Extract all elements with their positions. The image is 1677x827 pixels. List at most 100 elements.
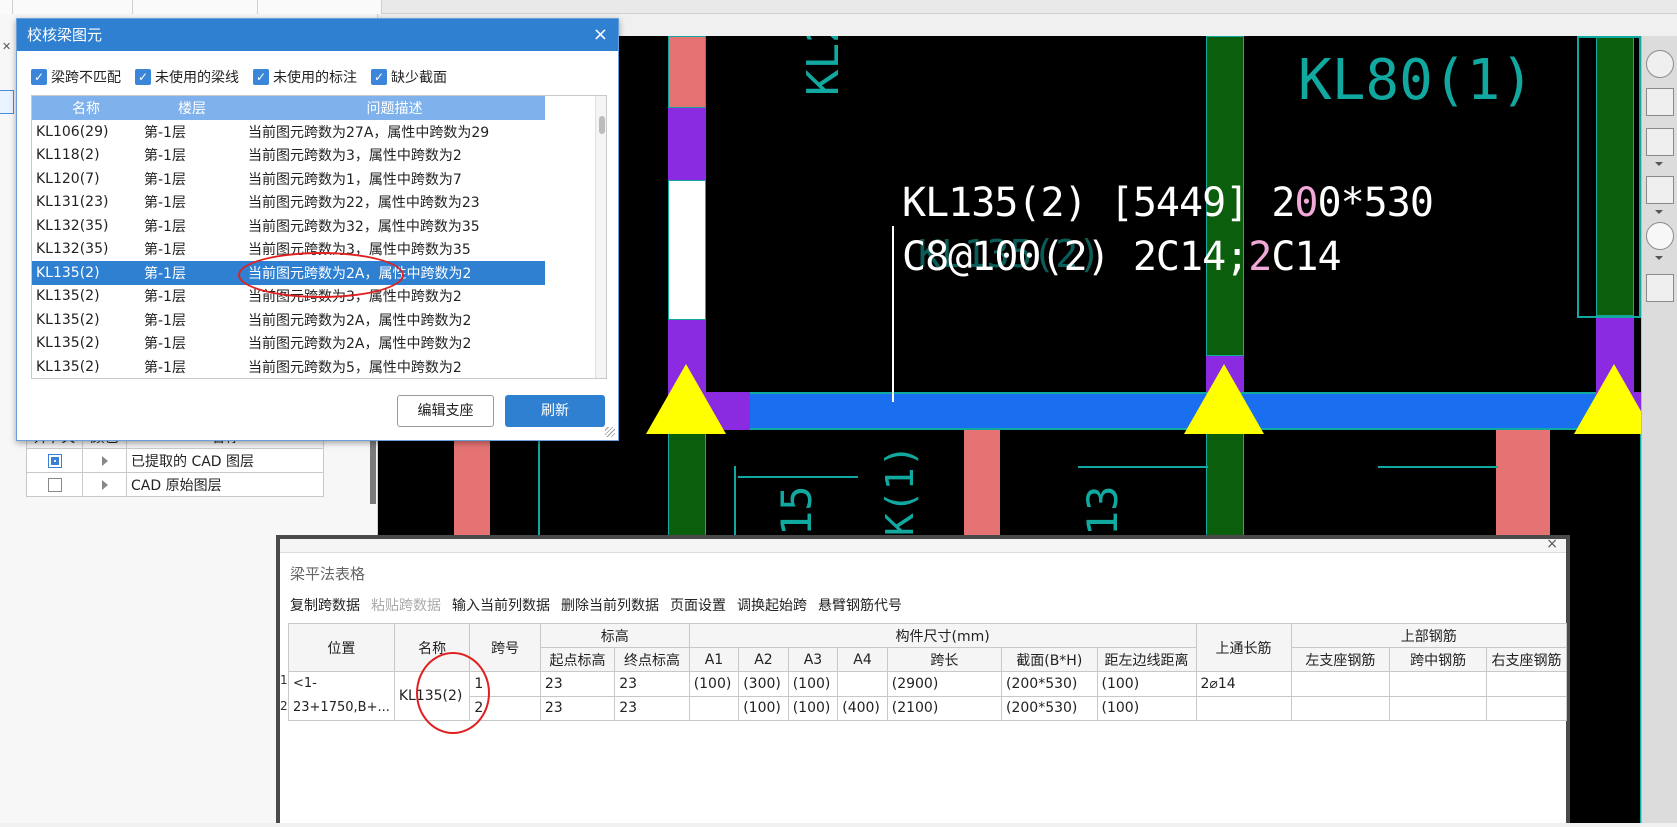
layout-grid-icon[interactable] [1646,274,1674,302]
left-panel-scrollbar[interactable] [370,434,376,504]
cell-right-support[interactable] [1486,671,1567,697]
close-icon[interactable]: × [1546,539,1558,552]
col-position[interactable]: 位置 [288,623,395,672]
col-edge-distance[interactable]: 距左边线距离 [1096,647,1197,672]
cantilever-code-button[interactable]: 悬臂钢筋代号 [818,595,902,615]
col-a1[interactable]: A1 [688,647,740,672]
column-white[interactable] [668,180,706,320]
toolbar-cell-4[interactable] [258,0,382,14]
col-left-support[interactable]: 左支座钢筋 [1290,647,1391,672]
col-end-elev[interactable]: 终点标高 [614,647,690,672]
col-span-length[interactable]: 跨长 [886,647,1003,672]
filter-unused-beam-lines[interactable]: ✓ 未使用的梁线 [135,67,239,87]
copy-span-data-button[interactable]: 复制跨数据 [290,595,360,615]
orbit-icon[interactable] [1646,50,1674,78]
list-item[interactable]: KL132(35) 第-1层 当前图元跨数为32，属性中跨数为35 [32,214,545,238]
col-top-rebar[interactable]: 上部钢筋 [1290,623,1567,648]
beam-annotation-line1[interactable]: KL135(2) [5449] 200*530 [902,180,1434,226]
resize-grip-icon[interactable] [605,427,615,437]
cell-left-support[interactable] [1290,695,1391,721]
layer-row[interactable]: CAD 原始图层 [26,472,324,497]
cell-top-through[interactable]: 2⌀14 [1195,671,1292,697]
list-item[interactable]: KL131(23) 第-1层 当前图元跨数为22，属性中跨数为23 [32,191,545,215]
cell-span-length[interactable]: (2100) [886,695,1003,721]
close-icon[interactable]: × [593,19,608,51]
col-a3[interactable]: A3 [787,647,839,672]
checkbox-checked-icon[interactable]: ✓ [135,69,151,85]
cell-mid-span[interactable] [1389,671,1488,697]
list-scrollbar[interactable] [595,96,606,378]
column-purple[interactable] [668,108,706,180]
cell-end-elev[interactable]: 23 [614,671,690,697]
layer-toggle-checkbox[interactable] [47,453,62,468]
dialog-title-bar[interactable]: 校核梁图元 × [17,19,618,51]
rotate-icon[interactable] [1646,222,1674,250]
cell-edge-distance[interactable]: (100) [1096,695,1197,721]
col-a4[interactable]: A4 [837,647,888,672]
cell-a2[interactable]: (100) [738,695,789,721]
col-top-through[interactable]: 上通长筋 [1195,623,1292,672]
list-item[interactable]: KL135(2) 第-1层 当前图元跨数为5，属性中跨数为2 [32,355,545,378]
list-item[interactable]: KL118(2) 第-1层 当前图元跨数为3，属性中跨数为2 [32,144,545,168]
chevron-down-icon[interactable] [1655,162,1663,166]
col-right-support[interactable]: 右支座钢筋 [1486,647,1567,672]
cell-span-length[interactable]: (2900) [886,671,1003,697]
cell-mid-span[interactable] [1389,695,1488,721]
filter-span-mismatch[interactable]: ✓ 梁跨不匹配 [31,67,121,87]
expand-arrow-icon[interactable] [101,479,108,490]
cell-end-elev[interactable]: 23 [614,695,690,721]
cell-position[interactable]: <1-23+1750,B+... [288,671,395,721]
page-setup-button[interactable]: 页面设置 [670,595,726,615]
checkbox-checked-icon[interactable]: ✓ [371,69,387,85]
delete-column-data-button[interactable]: 删除当前列数据 [561,595,659,615]
list-item[interactable]: KL106(29) 第-1层 当前图元跨数为27A，属性中跨数为29 [32,120,545,144]
cell-a4[interactable]: (400) [837,695,888,721]
edit-support-button[interactable]: 编辑支座 [397,395,494,427]
cell-start-elev[interactable]: 23 [539,695,616,721]
col-section[interactable]: 截面(B*H) [1001,647,1098,672]
selected-beam[interactable] [706,392,1641,430]
close-icon[interactable]: ✕ [2,40,14,54]
support-triangle-icon[interactable] [646,364,726,436]
col-size[interactable]: 构件尺寸(mm) [688,623,1197,648]
toolbar-cell-2[interactable] [13,0,133,14]
expand-arrow-icon[interactable] [101,455,108,466]
cell-right-support[interactable] [1486,695,1567,721]
col-desc[interactable]: 问题描述 [244,96,545,120]
cell-a4[interactable] [837,671,888,697]
input-column-data-button[interactable]: 输入当前列数据 [452,595,550,615]
toolbar-cell-1[interactable] [0,0,13,14]
cell-section[interactable]: (200*530) [1001,695,1098,721]
col-start-elev[interactable]: 起点标高 [539,647,616,672]
panel-toggle-icon[interactable] [0,90,14,114]
cell-edge-distance[interactable]: (100) [1096,671,1197,697]
chevron-down-icon[interactable] [1655,210,1663,214]
cell-left-support[interactable] [1290,671,1391,697]
cell-a2[interactable]: (300) [738,671,789,697]
list-item[interactable]: KL135(2) 第-1层 当前图元跨数为2A，属性中跨数为2 [32,332,545,356]
cell-a3[interactable]: (100) [787,695,839,721]
col-span-no[interactable]: 跨号 [469,623,541,672]
toolbar-cell-3[interactable] [133,0,258,14]
col-a2[interactable]: A2 [738,647,789,672]
paste-span-data-button[interactable]: 粘贴跨数据 [371,595,441,615]
cell-section[interactable]: (200*530) [1001,671,1098,697]
swap-start-span-button[interactable]: 调换起始跨 [737,595,807,615]
col-floor[interactable]: 楼层 [140,96,244,120]
support-triangle-icon[interactable] [1184,364,1264,436]
scrollbar-thumb[interactable] [599,116,605,134]
cell-top-through[interactable] [1195,695,1292,721]
filter-unused-annotations[interactable]: ✓ 未使用的标注 [253,67,357,87]
col-mid-span[interactable]: 跨中钢筋 [1389,647,1488,672]
view-box-icon[interactable] [1646,128,1674,156]
col-name[interactable]: 名称 [32,96,140,120]
refresh-button[interactable]: 刷新 [505,395,605,427]
layer-toggle-checkbox[interactable] [47,477,62,492]
filter-missing-section[interactable]: ✓ 缺少截面 [371,67,447,87]
beam-annotation-line2[interactable]: C8@100(2) 2C14;2C14 [902,234,1342,280]
cell-a1[interactable]: (100) [688,671,740,697]
3d-view-icon[interactable] [1646,88,1674,116]
checkbox-checked-icon[interactable]: ✓ [31,69,47,85]
cell-start-elev[interactable]: 23 [539,671,616,697]
support-triangle-icon[interactable] [1574,364,1641,436]
